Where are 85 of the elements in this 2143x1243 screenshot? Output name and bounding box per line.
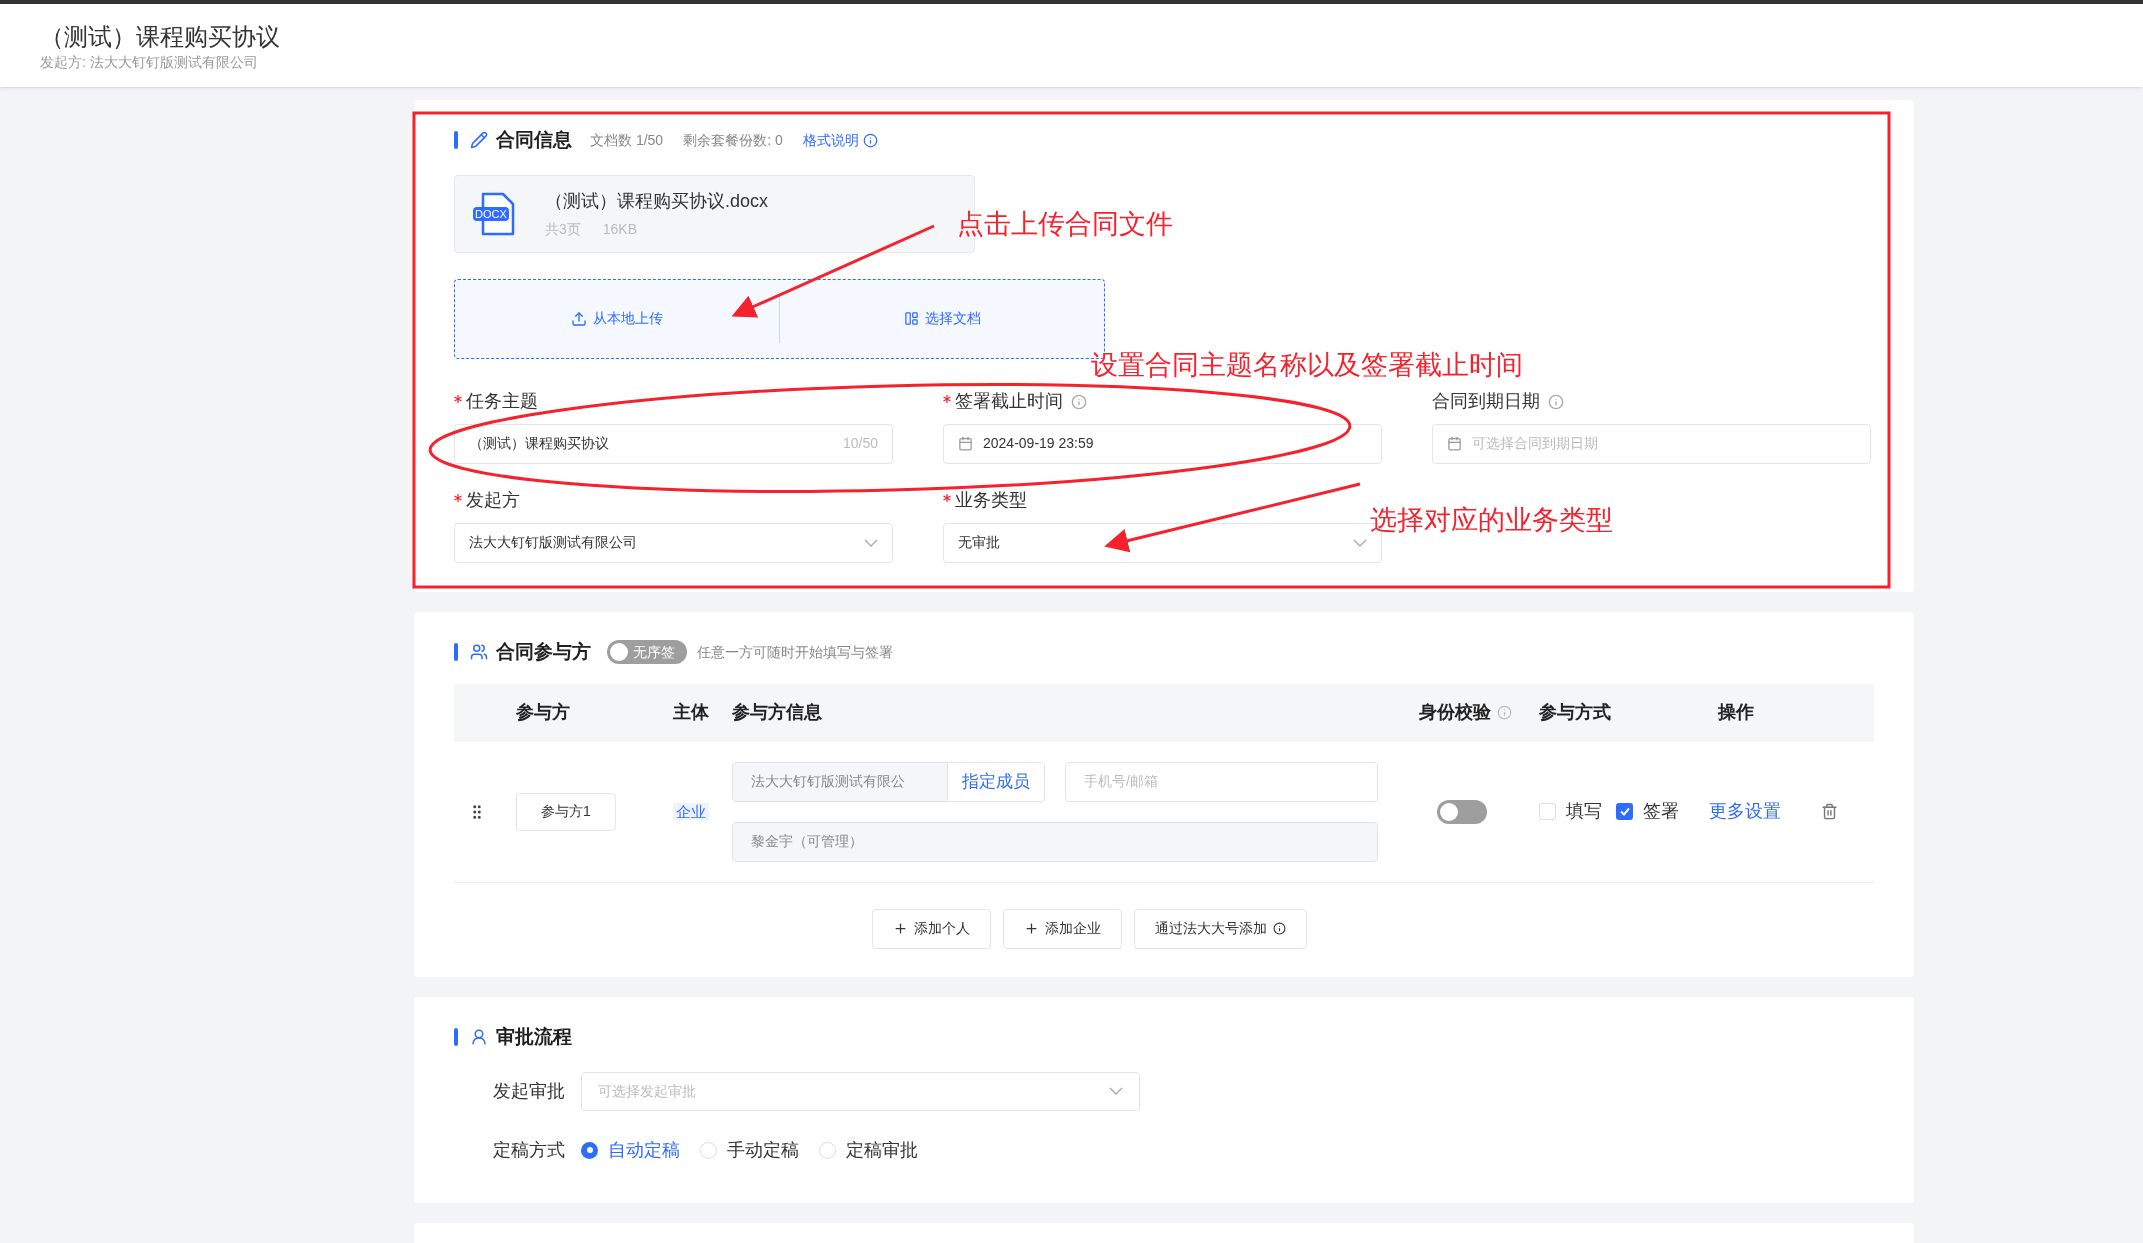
section-title: 合同参与方 [496,640,591,664]
accent-bar [454,643,458,662]
annotation-text: 设置合同主题名称以及签署截止时间 [1091,349,1523,382]
info-icon [1071,393,1087,410]
checkbox[interactable] [1539,803,1556,820]
toggle-label: 无序签 [633,642,675,662]
info-icon [1548,393,1564,410]
column-header: 主体 [673,701,709,724]
add-participant-button[interactable]: 添加企业 [1002,908,1122,949]
plus-icon [892,921,908,936]
info-icon [1497,705,1512,720]
file-badge: DOCX [473,206,509,221]
required-icon [454,493,462,502]
chevron-down-icon [1353,538,1367,547]
annotation-text: 点击上传合同文件 [957,208,1173,241]
pencil-icon [470,131,488,150]
entity-tag: 企业 [673,802,709,820]
trash-icon[interactable] [1821,803,1838,820]
info-icon [862,132,878,148]
column-header: 参与方式 [1539,701,1611,724]
participant-name-field[interactable]: 参与方1 [516,792,616,831]
column-header: 参与方 [516,701,570,724]
hint-text: 任意一方可随时开始填写与签署 [697,642,893,662]
file-name: （测试）课程购买协议.docx [545,189,769,213]
field-label: 定稿方式 [493,1138,566,1162]
checkbox-label: 填写 [1566,800,1602,823]
remaining-count: 剩余套餐份数: 0 [683,130,783,150]
add-participant-button[interactable]: 添加个人 [871,908,991,949]
users-icon [470,643,488,662]
company-field[interactable]: 法大大钉钉版测试有限公 指定成员 [732,761,1045,802]
chevron-down-icon [1109,1087,1123,1095]
input-field[interactable]: （测试）课程购买协议 10/50 [454,423,893,464]
radio-label: 手动定稿 [727,1138,799,1162]
page-title: （测试）课程购买协议 [40,22,281,52]
radio-label: 定稿审批 [846,1138,918,1162]
column-header: 操作 [1718,701,1754,724]
grid-icon [903,311,919,326]
accent-bar [454,131,458,150]
check-icon [1619,807,1630,816]
toggle-switch[interactable]: 无序签 [607,640,687,665]
radio-label: 自动定稿 [608,1138,680,1162]
add-participant-button[interactable]: 通过法大大号添加 [1133,908,1307,949]
field-label: 签署截止时间 [955,390,1063,413]
field-label: 任务主题 [466,390,538,413]
format-link[interactable]: 格式说明 [802,129,859,151]
chevron-down-icon [864,538,878,547]
plus-icon [1023,921,1039,936]
person-icon [470,1028,488,1047]
doc-count: 文档数 1/50 [590,130,664,150]
char-counter: 10/50 [842,434,878,453]
select-field[interactable]: 法大大钉钉版测试有限公司 [454,522,893,563]
more-settings-link[interactable]: 更多设置 [1709,798,1781,825]
required-icon [943,493,951,502]
field-label: 发起方 [466,489,520,512]
assign-member-button[interactable]: 指定成员 [947,762,1044,801]
accent-bar [454,1028,458,1047]
required-icon [943,394,951,403]
page-subtitle: 发起方: 法大大钉钉版测试有限公司 [40,53,259,72]
calendar-icon [1447,436,1462,451]
section-title: 合同信息 [496,128,572,152]
field-label: 发起审批 [493,1079,566,1103]
upload-option-button[interactable]: 选择文档 [903,308,981,329]
info-icon [1272,922,1286,935]
checkbox[interactable] [1616,803,1633,820]
date-field[interactable]: 2024-09-19 23:59 [943,423,1382,464]
page-count: 共3页 [545,219,581,239]
section-title: 审批流程 [496,1025,572,1049]
column-header: 参与方信息 [732,701,822,724]
member-field[interactable]: 黎金宇（可管理） [732,821,1378,862]
field-value: 无审批 [958,533,1001,552]
field-label: 合同到期日期 [1432,390,1540,413]
field-placeholder: 可选择合同到期日期 [1472,434,1599,453]
radio-button[interactable] [581,1141,598,1159]
file-size: 16KB [602,219,638,239]
checkbox-label: 签署 [1643,800,1679,823]
field-label: 业务类型 [955,489,1027,512]
field-value: （测试）课程购买协议 [469,434,610,453]
calendar-icon [958,436,973,451]
upload-icon [571,310,587,327]
required-icon [454,394,462,403]
upload-option-button[interactable]: 从本地上传 [571,308,663,329]
toggle-switch[interactable] [1437,799,1487,824]
field-value: 法大大钉钉版测试有限公司 [469,533,638,552]
field-value: 2024-09-19 23:59 [983,434,1095,453]
column-header: 身份校验 [1419,701,1491,724]
